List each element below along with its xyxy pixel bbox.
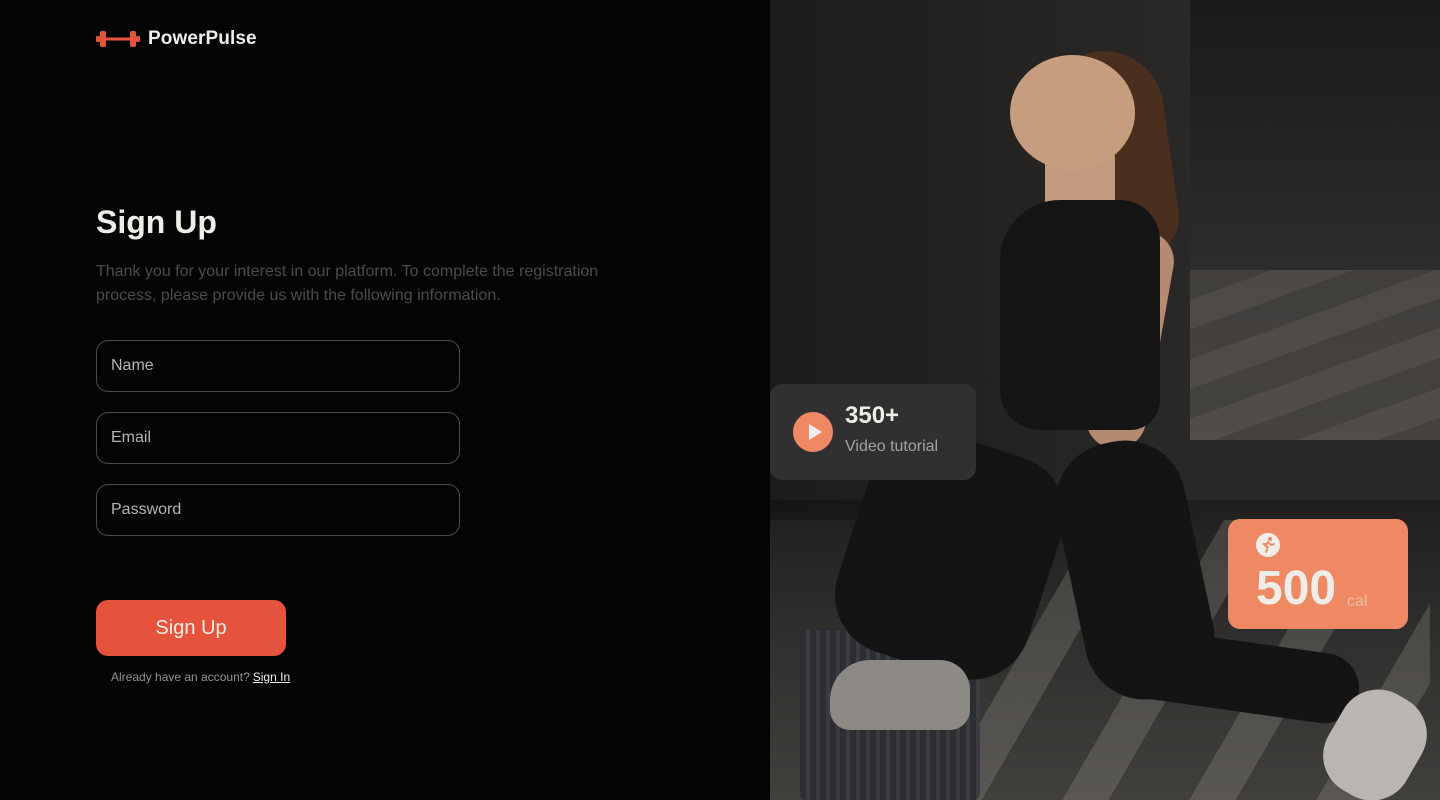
play-icon[interactable] <box>793 412 833 452</box>
name-field <box>96 340 460 392</box>
signin-link[interactable]: Sign In <box>253 670 290 684</box>
calories-card: 500 cal <box>1228 519 1408 629</box>
page-subtitle: Thank you for your interest in our platf… <box>96 263 599 304</box>
calories-value: 500 <box>1256 562 1337 615</box>
brand-name: PowerPulse <box>148 28 257 49</box>
hero-torso <box>1000 200 1160 430</box>
password-field <box>96 484 460 536</box>
signin-prompt: Already have an account? Sign In <box>111 670 290 684</box>
hero-mirror-floor <box>1190 270 1440 440</box>
logo[interactable]: PowerPulse <box>96 28 257 50</box>
signup-panel: PowerPulse Sign Up Thank you for your in… <box>0 0 770 800</box>
password-input[interactable] <box>97 485 459 535</box>
hero-head <box>1010 55 1135 170</box>
signin-prompt-text: Already have an account? <box>111 670 250 684</box>
name-input[interactable] <box>97 341 459 391</box>
signup-button[interactable]: Sign Up <box>96 600 286 656</box>
calories-unit: cal <box>1347 593 1368 610</box>
hero-shoe-front <box>830 660 970 730</box>
video-count: 350+ <box>845 402 900 429</box>
running-icon <box>1256 533 1280 557</box>
video-label: Video tutorial <box>845 438 939 455</box>
video-tutorial-card: 350+ Video tutorial <box>770 384 976 480</box>
email-input[interactable] <box>97 413 459 463</box>
email-field <box>96 412 460 464</box>
page-title: Sign Up <box>96 204 217 240</box>
dumbbell-icon <box>96 30 140 48</box>
